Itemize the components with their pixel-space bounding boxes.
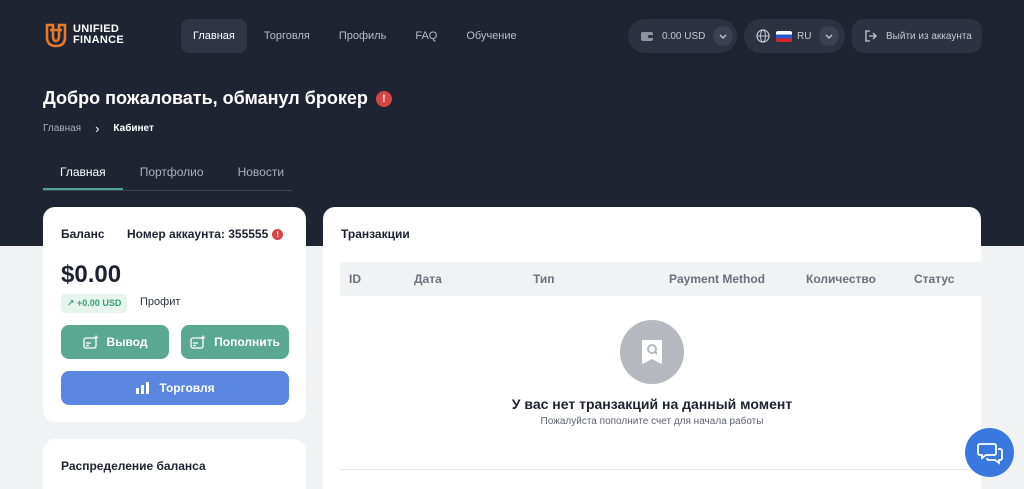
nav-item-profile[interactable]: Профиль [327, 19, 399, 53]
language-selector[interactable]: RU [744, 19, 845, 53]
profit-label: Профит [140, 296, 181, 308]
card-icon [190, 335, 206, 349]
empty-state-icon [620, 320, 684, 384]
divider [340, 469, 981, 470]
balance-card: Баланс Номер аккаунта: 355555 ! $0.00 ↗ … [43, 207, 306, 422]
tab-portfolio[interactable]: Портфолио [123, 157, 221, 190]
russia-flag-icon [776, 30, 792, 42]
trading-button[interactable]: Торговля [61, 371, 289, 405]
tab-news[interactable]: Новости [221, 157, 301, 190]
globe-icon [756, 29, 770, 43]
column-amount[interactable]: Количество [806, 272, 876, 286]
deposit-button[interactable]: Пополнить [181, 325, 289, 359]
logout-icon [865, 30, 877, 42]
page-title: Добро пожаловать, обманул брокер ! [43, 88, 392, 109]
column-id[interactable]: ID [349, 272, 361, 286]
warning-icon[interactable]: ! [375, 90, 392, 107]
transactions-card: Транзакции ID Дата Тип Payment Method Ко… [323, 207, 981, 489]
empty-state-title: У вас нет транзакций на данный момент [511, 396, 793, 412]
wallet-icon [641, 32, 653, 41]
nav-item-faq[interactable]: FAQ [403, 19, 449, 53]
breadcrumb-current: Кабинет [113, 123, 154, 134]
nav-item-home[interactable]: Главная [181, 19, 247, 53]
balance-label: Баланс [61, 227, 105, 241]
logo-text: UNIFIED FINANCE [73, 23, 124, 46]
receipt-icon [642, 340, 662, 364]
column-payment-method[interactable]: Payment Method [669, 272, 765, 286]
unified-finance-logo-icon [45, 23, 67, 48]
nav-item-trading[interactable]: Торговля [252, 19, 322, 53]
logout-button[interactable]: Выйти из аккаунта [852, 19, 982, 53]
empty-state-subtitle: Пожалуйста пополните счет для начала раб… [540, 416, 764, 427]
main-nav: Главная Торговля Профиль FAQ Обучение [181, 19, 534, 53]
wallet-balance: 0.00 USD [662, 30, 706, 42]
balance-amount: $0.00 [61, 261, 122, 288]
profit-badge: ↗ +0.00 USD [61, 294, 128, 313]
account-number: Номер аккаунта: 355555 ! [127, 227, 284, 241]
breadcrumb: Главная › Кабинет [43, 121, 154, 136]
language-code: RU [797, 30, 812, 42]
distribution-title: Распределение баланса [61, 459, 206, 473]
column-status[interactable]: Статус [914, 272, 954, 286]
warning-icon[interactable]: ! [272, 228, 284, 240]
dashboard-tabs: Главная Портфолио Новости [43, 157, 292, 191]
withdraw-button[interactable]: Вывод [61, 325, 169, 359]
bar-chart-icon [136, 382, 150, 394]
breadcrumb-home[interactable]: Главная [43, 123, 81, 134]
column-date[interactable]: Дата [414, 272, 442, 286]
chat-icon [976, 442, 1003, 465]
breadcrumb-separator: › [95, 121, 100, 136]
transactions-title: Транзакции [341, 227, 410, 241]
balance-distribution-card: Распределение баланса [43, 439, 306, 489]
nav-item-education[interactable]: Обучение [454, 19, 528, 53]
logo[interactable]: UNIFIED FINANCE [45, 22, 124, 48]
wallet-balance-dropdown[interactable]: 0.00 USD [628, 19, 737, 53]
column-type[interactable]: Тип [533, 272, 555, 286]
support-chat-button[interactable] [965, 428, 1014, 477]
chevron-down-icon[interactable] [713, 26, 734, 46]
card-icon [82, 335, 98, 349]
tab-home[interactable]: Главная [43, 157, 123, 190]
logout-label: Выйти из аккаунта [886, 30, 972, 42]
chevron-down-icon[interactable] [819, 26, 840, 46]
